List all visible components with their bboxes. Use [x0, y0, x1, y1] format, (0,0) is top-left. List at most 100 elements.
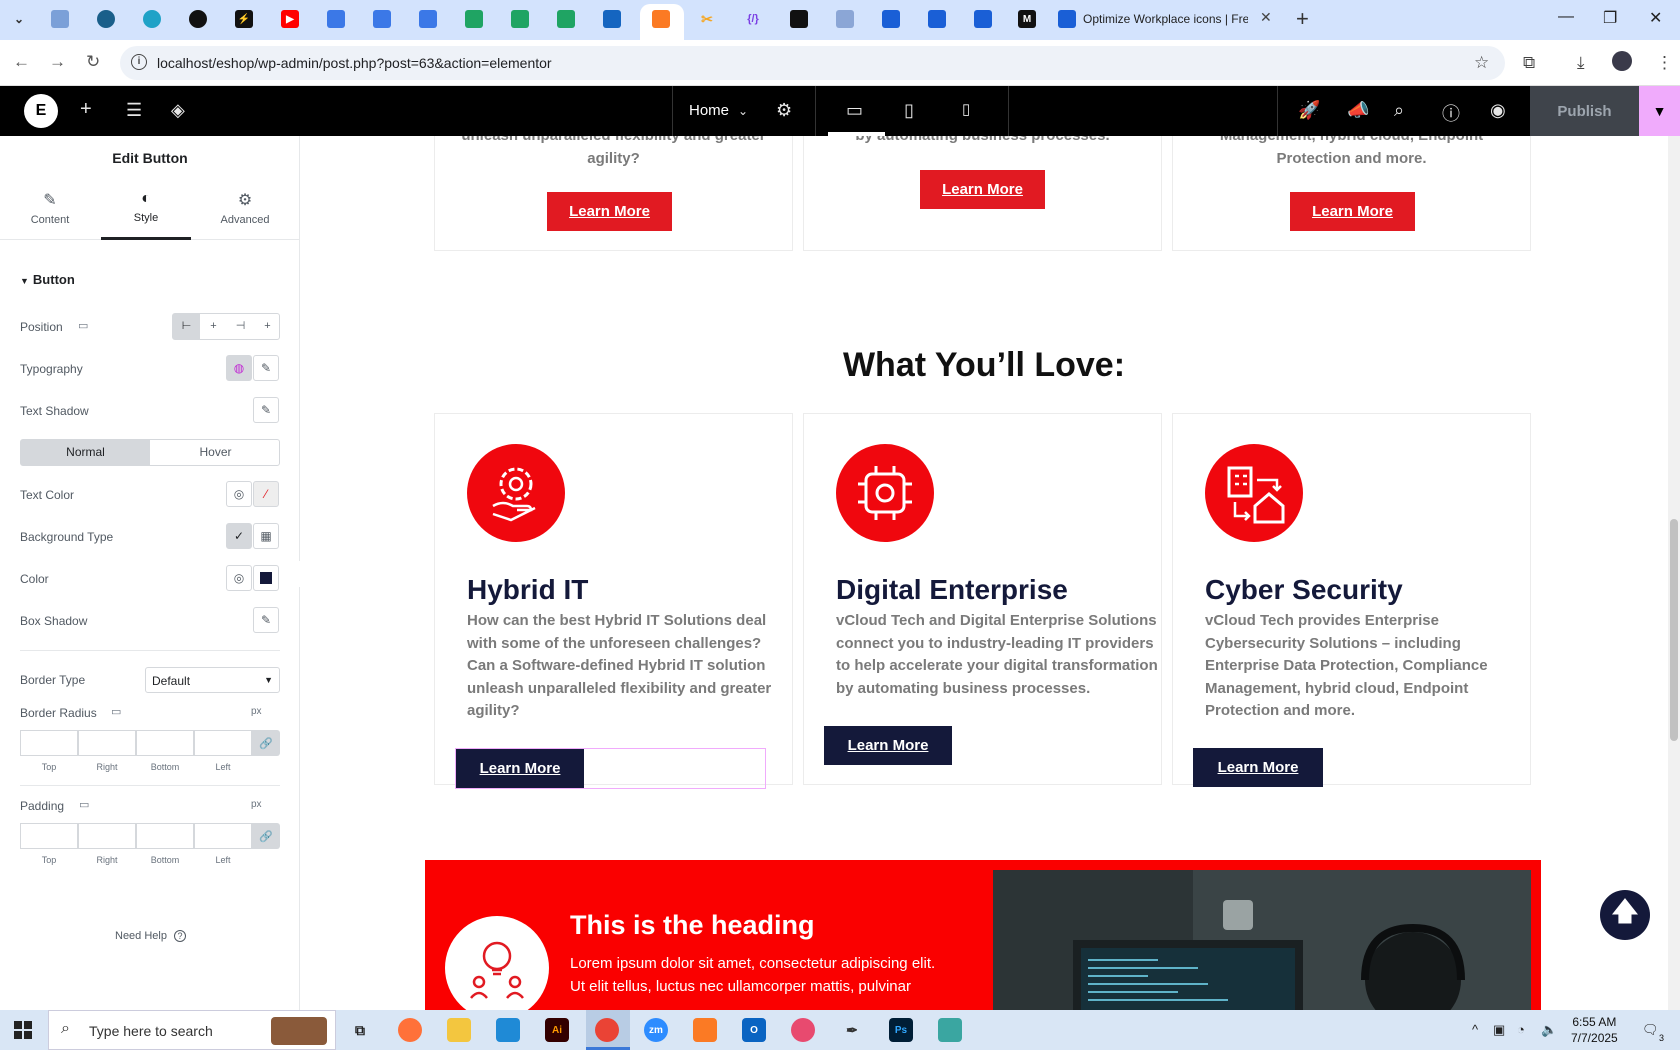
text-color-swatch[interactable]: ⁄ — [253, 481, 279, 507]
unit-selector[interactable]: px — [251, 706, 262, 717]
sheets-icon[interactable] — [465, 10, 483, 28]
tab-style[interactable]: ◐ Style — [101, 184, 191, 240]
menu-kebab-icon[interactable]: ⋮ — [1656, 53, 1673, 73]
align-center-icon[interactable]: + — [200, 314, 227, 339]
tablet-view-icon[interactable]: ▯ — [904, 100, 914, 121]
avatar[interactable] — [1612, 51, 1632, 71]
add-element-icon[interactable]: + — [80, 98, 92, 121]
publish-options-chevron-icon[interactable]: ▼ — [1639, 86, 1680, 136]
minimize-icon[interactable]: — — [1558, 8, 1574, 26]
publish-button[interactable]: Publish — [1530, 86, 1639, 136]
edit-typography-icon[interactable]: ✎ — [253, 355, 279, 381]
task-view-icon[interactable]: ⧉ — [348, 1018, 372, 1042]
desktop-responsive-icon[interactable]: ▭ — [111, 705, 121, 718]
restore-icon[interactable]: ❐ — [1603, 8, 1617, 28]
tab-search-icon[interactable]: ⌄ — [10, 10, 28, 28]
tab-favicon[interactable] — [928, 10, 946, 28]
taskbar-clock[interactable]: 6:55 AM 7/7/2025 — [1571, 1014, 1618, 1046]
new-tab-icon[interactable]: + — [1296, 6, 1309, 32]
desktop-responsive-icon[interactable]: ▭ — [79, 798, 89, 811]
taskbar-search-input[interactable]: ⌕ Type here to search — [48, 1010, 336, 1050]
sheets-icon[interactable] — [557, 10, 575, 28]
padding-bottom-input[interactable] — [136, 823, 194, 849]
tab-favicon[interactable] — [189, 10, 207, 28]
padding-right-input[interactable] — [78, 823, 136, 849]
whats-new-icon[interactable]: 📣 — [1347, 100, 1369, 121]
learn-more-button[interactable]: Learn More — [824, 726, 952, 765]
gradient-icon[interactable]: ▦ — [253, 523, 279, 549]
canvas-scrollbar[interactable] — [1668, 136, 1680, 1010]
globe-icon[interactable]: ◎ — [226, 565, 252, 591]
unit-selector[interactable]: px — [251, 799, 262, 810]
learn-more-button[interactable]: Learn More — [547, 192, 672, 231]
firefox-icon[interactable] — [398, 1018, 422, 1042]
edit-box-shadow-icon[interactable]: ✎ — [253, 607, 279, 633]
photoshop-icon[interactable]: Ps — [889, 1018, 913, 1042]
align-start-icon[interactable]: ⊢ — [173, 314, 200, 339]
windows-start-icon[interactable] — [14, 1021, 32, 1039]
docs-icon[interactable] — [373, 10, 391, 28]
tab-favicon[interactable]: ✂ — [698, 10, 716, 28]
learn-more-button[interactable]: Learn More — [1290, 192, 1415, 231]
section-toggle-button[interactable]: ▼ Button — [20, 272, 75, 287]
desktop-responsive-icon[interactable]: ▭ — [78, 319, 88, 332]
sheets-icon[interactable] — [511, 10, 529, 28]
url-field[interactable]: i localhost/eshop/wp-admin/post.php?post… — [120, 46, 1505, 80]
tab-content[interactable]: ✎ Content — [5, 184, 95, 240]
learn-more-button[interactable]: Learn More — [456, 749, 584, 788]
classic-brush-icon[interactable]: ✓ — [226, 523, 252, 549]
global-typography-icon[interactable]: ◍ — [226, 355, 252, 381]
tab-favicon[interactable] — [882, 10, 900, 28]
pen-tool-icon[interactable]: ✒ — [840, 1018, 864, 1042]
padding-left-input[interactable] — [194, 823, 252, 849]
preview-eye-icon[interactable]: ◉ — [1490, 100, 1506, 121]
scroll-to-top-button[interactable]: 🡅 — [1600, 890, 1650, 940]
volume-icon[interactable]: 🔈 — [1541, 1022, 1557, 1038]
padding-top-input[interactable] — [20, 823, 78, 849]
elementor-logo[interactable]: E — [24, 94, 58, 128]
need-help-link[interactable]: Need Help ? — [115, 930, 187, 942]
download-icon[interactable]: ⤓ — [1577, 53, 1585, 73]
globe-icon[interactable]: ◎ — [226, 481, 252, 507]
radius-top-input[interactable] — [20, 730, 78, 756]
tab-hover[interactable]: Hover — [151, 440, 280, 465]
tab-favicon[interactable] — [143, 10, 161, 28]
youtube-icon[interactable]: ▶ — [281, 10, 299, 28]
link-values-icon[interactable]: 🔗 — [252, 823, 280, 849]
wifi-icon[interactable]: ◔ — [1517, 1022, 1525, 1037]
tab-favicon[interactable]: ⚡ — [235, 10, 253, 28]
chrome-icon[interactable] — [595, 1018, 619, 1042]
desktop-view-icon[interactable]: ▭ — [846, 100, 863, 121]
bookmark-star-icon[interactable]: ☆ — [1474, 53, 1489, 73]
app-icon[interactable] — [938, 1018, 962, 1042]
tray-chevron-icon[interactable]: ^ — [1472, 1022, 1478, 1037]
file-explorer-icon[interactable] — [447, 1018, 471, 1042]
tab-title[interactable]: Optimize Workplace icons | Fre — [1083, 12, 1248, 26]
tab-favicon[interactable]: {/} — [744, 10, 762, 28]
forward-icon[interactable]: → — [49, 52, 66, 72]
tab-favicon[interactable] — [51, 10, 69, 28]
page-settings-gear-icon[interactable]: ⚙ — [776, 100, 792, 121]
page-selector[interactable]: Home — [689, 102, 729, 119]
help-icon[interactable]: ⓘ — [1442, 100, 1460, 126]
xampp-icon[interactable] — [693, 1018, 717, 1042]
chevron-down-icon[interactable]: ⌄ — [738, 104, 748, 118]
xampp-icon[interactable] — [652, 10, 670, 28]
border-type-select[interactable]: Default ▼ — [145, 667, 280, 693]
structure-layers-icon[interactable]: ◈ — [171, 100, 185, 121]
extensions-icon[interactable]: ⧉ — [1523, 53, 1535, 73]
vscode-icon[interactable] — [496, 1018, 520, 1042]
search-icon[interactable]: ⌕ — [1394, 100, 1404, 121]
close-icon[interactable]: ✕ — [1260, 9, 1272, 26]
tab-normal[interactable]: Normal — [21, 440, 150, 465]
close-window-icon[interactable]: ✕ — [1649, 8, 1662, 28]
tab-favicon[interactable] — [603, 10, 621, 28]
align-end-icon[interactable]: ⊣ — [227, 314, 254, 339]
reload-icon[interactable]: ↻ — [86, 52, 100, 72]
zoom-icon[interactable]: zm — [644, 1018, 668, 1042]
site-info-icon[interactable]: i — [131, 54, 147, 70]
tab-favicon[interactable] — [97, 10, 115, 28]
settings-sliders-icon[interactable]: ☰ — [126, 100, 142, 121]
align-stretch-icon[interactable]: + — [254, 314, 281, 339]
rocket-icon[interactable]: 🚀 — [1298, 100, 1320, 121]
